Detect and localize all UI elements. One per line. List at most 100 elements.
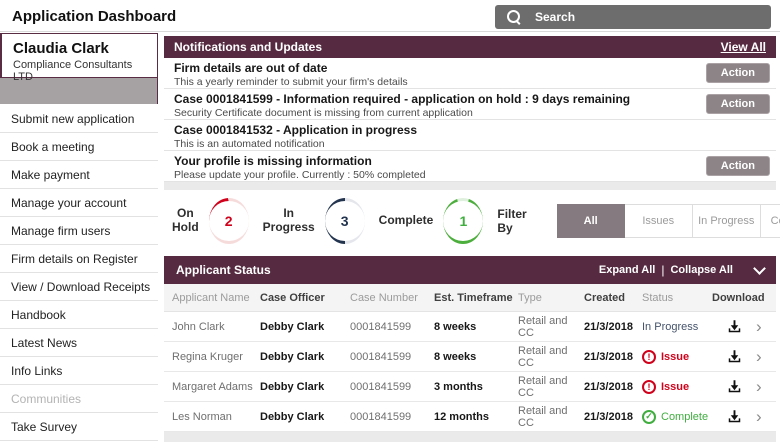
status-badge: In Progress xyxy=(642,320,699,333)
status-badge: ✓ Complete xyxy=(642,409,712,424)
view-all-link[interactable]: View All xyxy=(721,40,766,54)
type: Retail and CC xyxy=(518,314,568,339)
case-officer: Debby Clark xyxy=(260,410,325,423)
col-case-number: Case Number xyxy=(350,291,418,304)
download-icon[interactable] xyxy=(712,379,756,394)
sidebar: Claudia Clark Compliance Consultants LTD… xyxy=(0,33,158,441)
section-gap xyxy=(164,182,776,190)
download-icon[interactable] xyxy=(712,349,756,364)
notification-title: Your profile is missing information xyxy=(174,154,372,168)
case-officer: Debby Clark xyxy=(260,380,325,393)
applicant-name: Margaret Adams xyxy=(172,380,253,393)
col-type: Type xyxy=(518,291,542,304)
in-progress-label: In Progress xyxy=(262,206,315,234)
page-title: Application Dashboard xyxy=(12,8,177,25)
sidebar-item-handbook[interactable]: Handbook xyxy=(0,301,158,329)
main-content: Notifications and Updates View All Firm … xyxy=(164,36,780,442)
notification-firm-details: Firm details are out of date This a year… xyxy=(164,58,776,89)
created-date: 21/3/2018 xyxy=(584,350,633,363)
filter-all-button[interactable]: All xyxy=(556,204,625,238)
est-timeframe: 12 months xyxy=(434,410,490,423)
filter-complete-button[interactable]: Complete xyxy=(760,204,780,238)
sidebar-item-submit-new-application[interactable]: Submit new application xyxy=(0,105,158,133)
complete-count: 1 xyxy=(443,201,484,241)
applicant-status-title: Applicant Status xyxy=(176,263,271,277)
created-date: 21/3/2018 xyxy=(584,410,633,423)
sidebar-item-view-download-receipts[interactable]: View / Download Receipts xyxy=(0,273,158,301)
chevron-right-icon[interactable]: › xyxy=(756,348,778,365)
filter-in-progress-button[interactable]: In Progress xyxy=(692,204,761,238)
action-button[interactable]: Action xyxy=(705,63,770,83)
col-download: Download xyxy=(712,291,765,304)
issue-icon: ! xyxy=(642,379,656,394)
case-officer: Debby Clark xyxy=(260,350,325,363)
bottom-strip xyxy=(164,432,776,442)
on-hold-count: 2 xyxy=(208,201,249,241)
col-created: Created xyxy=(584,291,625,304)
chevron-right-icon[interactable]: › xyxy=(756,318,778,335)
user-card: Claudia Clark Compliance Consultants LTD xyxy=(0,33,158,83)
action-button[interactable]: Action xyxy=(705,94,770,114)
case-number: 0001841599 xyxy=(350,410,412,423)
notification-title: Case 0001841532 - Application in progres… xyxy=(174,123,417,137)
est-timeframe: 8 weeks xyxy=(434,320,477,333)
notifications-header: Notifications and Updates View All xyxy=(164,36,776,58)
action-button[interactable]: Action xyxy=(705,156,770,176)
est-timeframe: 3 months xyxy=(434,380,483,393)
notification-title: Case 0001841599 - Information required -… xyxy=(174,92,631,106)
notification-title: Firm details are out of date xyxy=(174,61,328,75)
notification-subtitle: Security Certificate document is missing… xyxy=(174,107,473,119)
est-timeframe: 8 weeks xyxy=(434,350,477,363)
sidebar-item-make-payment[interactable]: Make payment xyxy=(0,161,158,189)
sidebar-item-latest-news[interactable]: Latest News xyxy=(0,329,158,357)
col-est-timeframe: Est. Timeframe xyxy=(434,291,513,304)
col-case-officer: Case Officer xyxy=(260,291,325,304)
notification-subtitle: This is an automated notification xyxy=(174,138,325,150)
separator: | xyxy=(661,263,665,277)
on-hold-progress-ring: 2 xyxy=(208,198,249,244)
expand-all-link[interactable]: Expand All xyxy=(599,264,655,276)
table-row: Regina Kruger Debby Clark 0001841599 8 w… xyxy=(164,342,776,372)
case-number: 0001841599 xyxy=(350,380,412,393)
sidebar-item-take-survey[interactable]: Take Survey xyxy=(0,413,158,441)
search-input[interactable]: Search xyxy=(495,5,771,29)
case-officer: Debby Clark xyxy=(260,320,325,333)
notification-case-0001841599: Case 0001841599 - Information required -… xyxy=(164,89,776,120)
sidebar-item-communities: Communities xyxy=(0,385,158,413)
collapse-all-link[interactable]: Collapse All xyxy=(670,264,733,276)
status-badge: ! Issue xyxy=(642,349,712,364)
sidebar-item-manage-firm-users[interactable]: Manage firm users xyxy=(0,217,158,245)
filter-by-label: Filter By xyxy=(497,207,527,235)
in-progress-progress-ring: 3 xyxy=(324,198,365,244)
in-progress-count: 3 xyxy=(324,201,365,241)
sidebar-item-info-links[interactable]: Info Links xyxy=(0,357,158,385)
user-name: Claudia Clark xyxy=(13,40,109,57)
notification-profile-missing: Your profile is missing information Plea… xyxy=(164,151,776,182)
chevron-right-icon[interactable]: › xyxy=(756,408,778,425)
chevron-right-icon[interactable]: › xyxy=(756,378,778,395)
notification-subtitle: Please update your profile. Currently : … xyxy=(174,169,426,181)
case-number: 0001841599 xyxy=(350,350,412,363)
download-icon[interactable] xyxy=(712,409,756,424)
table-row: John Clark Debby Clark 0001841599 8 week… xyxy=(164,312,776,342)
top-header: Application Dashboard Search xyxy=(0,0,780,32)
table-row: Margaret Adams Debby Clark 0001841599 3 … xyxy=(164,372,776,402)
sidebar-item-book-a-meeting[interactable]: Book a meeting xyxy=(0,133,158,161)
search-label: Search xyxy=(535,10,576,24)
applicant-name: Regina Kruger xyxy=(172,350,243,363)
filter-issues-button[interactable]: Issues xyxy=(624,204,693,238)
download-icon[interactable] xyxy=(712,319,756,334)
applicant-name: John Clark xyxy=(172,320,225,333)
notification-subtitle: This a yearly reminder to submit your fi… xyxy=(174,76,408,88)
created-date: 21/3/2018 xyxy=(584,380,633,393)
status-counters-row: On Hold 2 In Progress 3 Complete 1 Filte… xyxy=(164,190,780,252)
col-status: Status xyxy=(642,291,674,304)
sidebar-item-manage-your-account[interactable]: Manage your account xyxy=(0,189,158,217)
type: Retail and CC xyxy=(518,404,568,429)
applicant-name: Les Norman xyxy=(172,410,232,423)
type: Retail and CC xyxy=(518,344,568,369)
chevron-down-icon[interactable] xyxy=(753,261,766,275)
issue-icon: ! xyxy=(642,349,656,364)
table-header-row: Applicant Name Case Officer Case Number … xyxy=(164,284,776,312)
sidebar-item-firm-details-on-register[interactable]: Firm details on Register xyxy=(0,245,158,273)
